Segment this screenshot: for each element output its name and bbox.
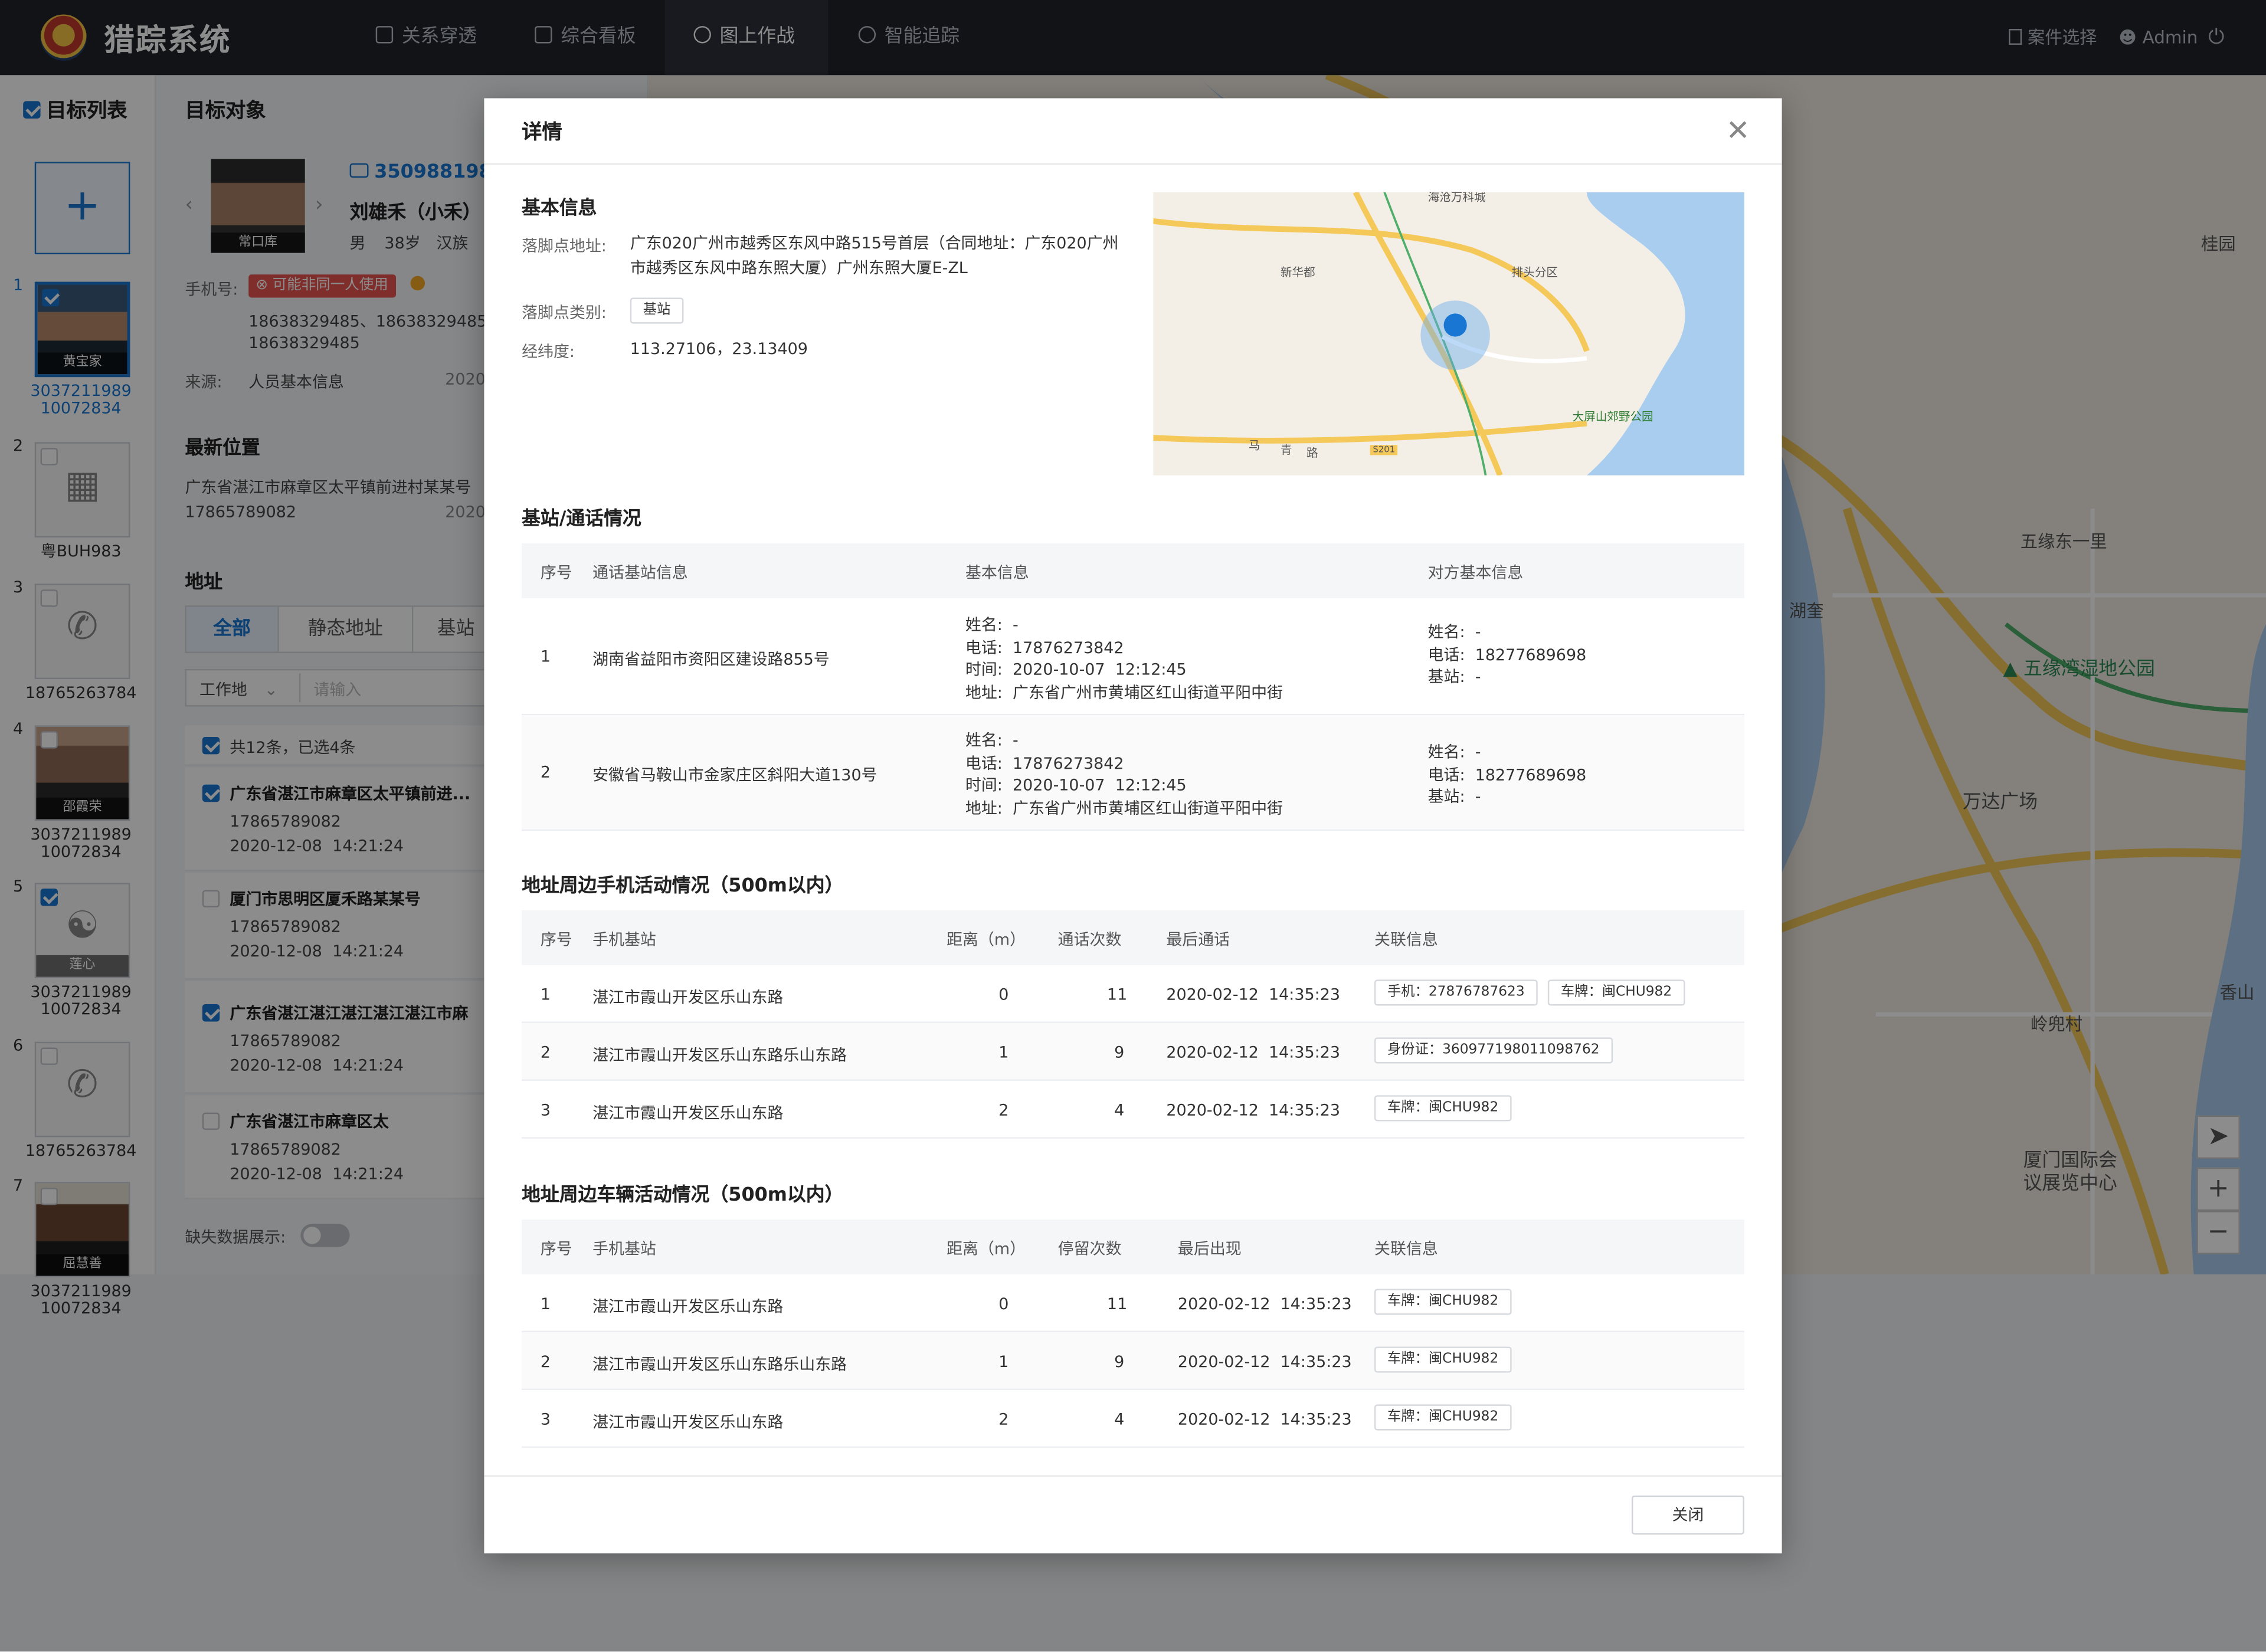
vehicle-activity-title: 地址周边车辆活动情况（500m以内） bbox=[522, 1185, 844, 1207]
modal-footer: 关闭 bbox=[484, 1475, 1782, 1553]
address-label: 落脚点地址: bbox=[522, 237, 607, 256]
table-row: 2 安徽省马鞍山市金家庄区斜阳大道130号 姓名: - 电话: 17876273… bbox=[522, 715, 1744, 831]
minimap-label: 青 bbox=[1280, 443, 1292, 457]
related-tag[interactable]: 车牌：闽CHU982 bbox=[1374, 1289, 1512, 1315]
column-header: 通话基站信息 bbox=[592, 563, 688, 582]
related-tags: 手机：27876787623 车牌：闽CHU982 bbox=[1374, 979, 1695, 1006]
related-tags: 车牌：闽CHU982 bbox=[1374, 1346, 1521, 1373]
related-tags: 车牌：闽CHU982 bbox=[1374, 1289, 1521, 1315]
table-header: 序号 手机基站 距离（m） 停留次数 最后出现 关联信息 bbox=[522, 1219, 1744, 1275]
modal-header: 详情 ✕ bbox=[484, 99, 1782, 165]
address-value: 广东020广州市越秀区东风中路515号首层（合同地址：广东020广州 市越秀区东风… bbox=[630, 234, 1119, 278]
vehicle-activity-table: 序号 手机基站 距离（m） 停留次数 最后出现 关联信息 1 湛江市霞山开发区乐… bbox=[522, 1219, 1744, 1451]
related-tags: 身份证：360977198011098762 bbox=[1374, 1037, 1623, 1064]
table-row: 1 湖南省益阳市资阳区建设路855号 姓名: - 电话: 17876273842… bbox=[522, 598, 1744, 716]
table-row: 3 湛江市霞山开发区乐山东路 2 4 2020-02-12 14:35:23 车… bbox=[522, 1390, 1744, 1448]
minimap-graphics bbox=[1153, 192, 1744, 476]
coord-label: 经纬度: bbox=[522, 342, 575, 362]
minimap-label: S201 bbox=[1370, 445, 1398, 455]
app-viewport: 猎踪系统 关系穿透 综合看板 图上作战 智能追踪 案件选择 ☻ Admin ⏻ 目… bbox=[0, 0, 2266, 1652]
related-tag[interactable]: 车牌：闽CHU982 bbox=[1374, 1095, 1512, 1122]
related-tag[interactable]: 车牌：闽CHU982 bbox=[1547, 979, 1685, 1006]
phone-activity-title: 地址周边手机活动情况（500m以内） bbox=[522, 876, 844, 897]
close-button[interactable]: 关闭 bbox=[1631, 1495, 1744, 1535]
modal-title: 详情 bbox=[522, 121, 562, 145]
minimap-label: 新华都 bbox=[1280, 266, 1315, 279]
location-minimap[interactable]: 海沧万科城 新华都 排头分区 大屏山郊野公园 马 青 路 S201 bbox=[1153, 192, 1744, 476]
table-row: 3 湛江市霞山开发区乐山东路 2 4 2020-02-12 14:35:23 车… bbox=[522, 1081, 1744, 1139]
table-header: 序号 通话基站信息 基本信息 对方基本信息 bbox=[522, 543, 1744, 598]
table-row: 1 湛江市霞山开发区乐山东路 0 11 2020-02-12 14:35:23 … bbox=[522, 965, 1744, 1023]
base-station-table: 序号 通话基站信息 基本信息 对方基本信息 1 湖南省益阳市资阳区建设路855号… bbox=[522, 543, 1744, 832]
minimap-label: 海沧万科城 bbox=[1427, 192, 1486, 204]
minimap-label: 排头分区 bbox=[1511, 266, 1558, 279]
detail-modal: 详情 ✕ 基本信息 落脚点地址: 广东020广州市越秀区东风中路515号首层（合… bbox=[484, 98, 1782, 1553]
table-row: 2 湛江市霞山开发区乐山东路乐山东路 1 9 2020-02-12 14:35:… bbox=[522, 1332, 1744, 1390]
base-station-title: 基站/通话情况 bbox=[522, 509, 641, 530]
related-tag[interactable]: 身份证：360977198011098762 bbox=[1374, 1037, 1613, 1064]
column-header: 对方基本信息 bbox=[1427, 563, 1524, 582]
related-tag[interactable]: 车牌：闽CHU982 bbox=[1374, 1404, 1512, 1431]
table-row: 2 湛江市霞山开发区乐山东路乐山东路 1 9 2020-02-12 14:35:… bbox=[522, 1022, 1744, 1081]
related-tags: 车牌：闽CHU982 bbox=[1374, 1095, 1521, 1122]
column-header: 基本信息 bbox=[965, 563, 1029, 582]
related-tag[interactable]: 车牌：闽CHU982 bbox=[1374, 1346, 1512, 1373]
type-label: 落脚点类别: bbox=[522, 303, 607, 323]
related-tag[interactable]: 手机：27876787623 bbox=[1374, 979, 1538, 1006]
phone-activity-table: 序号 手机基站 距离（m） 通话次数 最后通话 关联信息 1 湛江市霞山开发区乐… bbox=[522, 910, 1744, 1142]
minimap-label: 大屏山郊野公园 bbox=[1572, 410, 1653, 424]
column-header: 序号 bbox=[540, 563, 572, 582]
table-header: 序号 手机基站 距离（m） 通话次数 最后通话 关联信息 bbox=[522, 910, 1744, 965]
minimap-label: 路 bbox=[1306, 446, 1318, 460]
type-value: 基站 bbox=[630, 296, 694, 324]
table-row: 1 湛江市霞山开发区乐山东路 0 11 2020-02-12 14:35:23 … bbox=[522, 1274, 1744, 1332]
basic-info-title: 基本信息 bbox=[522, 198, 597, 220]
coord-value: 113.27106，23.13409 bbox=[630, 339, 808, 359]
related-tags: 车牌：闽CHU982 bbox=[1374, 1404, 1521, 1431]
close-icon[interactable]: ✕ bbox=[1726, 113, 1750, 148]
minimap-label: 马 bbox=[1248, 439, 1260, 453]
